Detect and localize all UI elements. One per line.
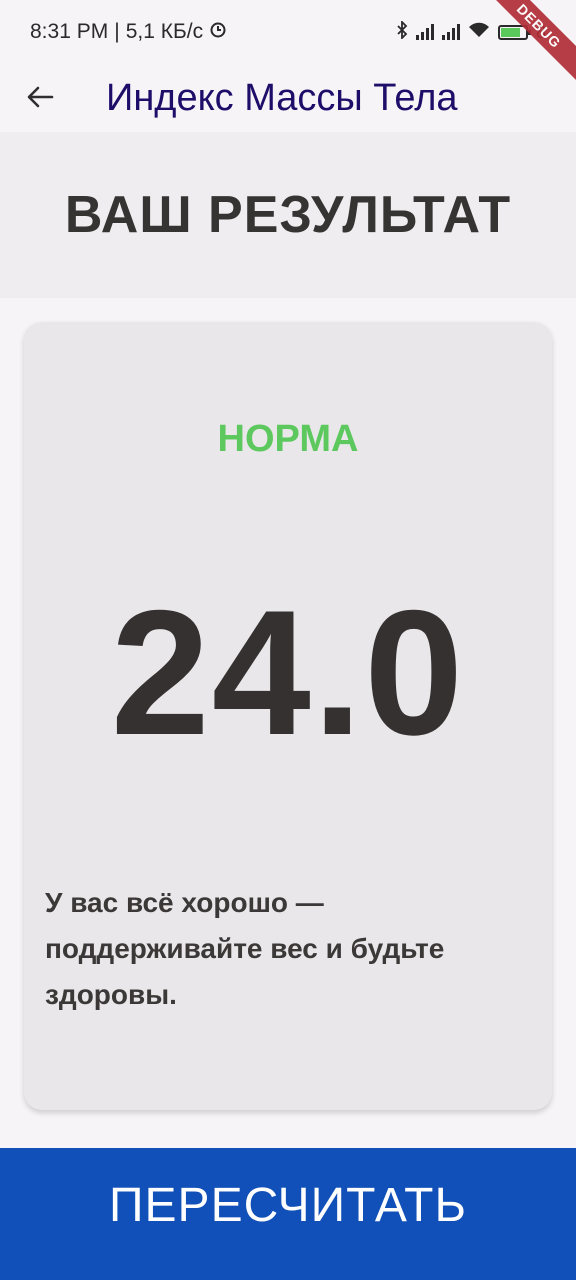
bluetooth-icon (396, 19, 408, 44)
advice-text: У вас всё хорошо — поддерживайте вес и б… (45, 887, 445, 1010)
status-separator: | (114, 20, 120, 43)
bmi-value: 24.0 (110, 573, 466, 772)
status-bar: 8:31 PM | 5,1 КБ/с 8 (0, 0, 576, 64)
back-button[interactable] (0, 64, 80, 132)
network-speed: 5,1 КБ/с (125, 20, 204, 43)
bmi-category: НОРМА (217, 418, 359, 460)
recalculate-button[interactable]: ПЕРЕСЧИТАТЬ (0, 1148, 576, 1280)
page-title: ВАШ РЕЗУЛЬТАТ (64, 186, 512, 244)
alarm-icon (209, 20, 227, 44)
signal-icon (415, 24, 434, 40)
app-title: Индекс Массы Тела (106, 76, 458, 119)
signal-2-icon (441, 24, 460, 40)
arrow-left-icon (26, 80, 54, 117)
wifi-icon (468, 22, 490, 43)
status-left: 8:31 PM | 5,1 КБ/с (30, 20, 227, 44)
result-card: НОРМА 24.0 У вас всё хорошо — поддержива… (24, 322, 552, 1110)
bmi-result-screen: 8:31 PM | 5,1 КБ/с 8 DEBUG Инд (0, 0, 576, 1280)
result-header: ВАШ РЕЗУЛЬТАТ (0, 132, 576, 298)
status-time: 8:31 PM (30, 20, 109, 43)
app-bar: Индекс Массы Тела (0, 64, 576, 132)
